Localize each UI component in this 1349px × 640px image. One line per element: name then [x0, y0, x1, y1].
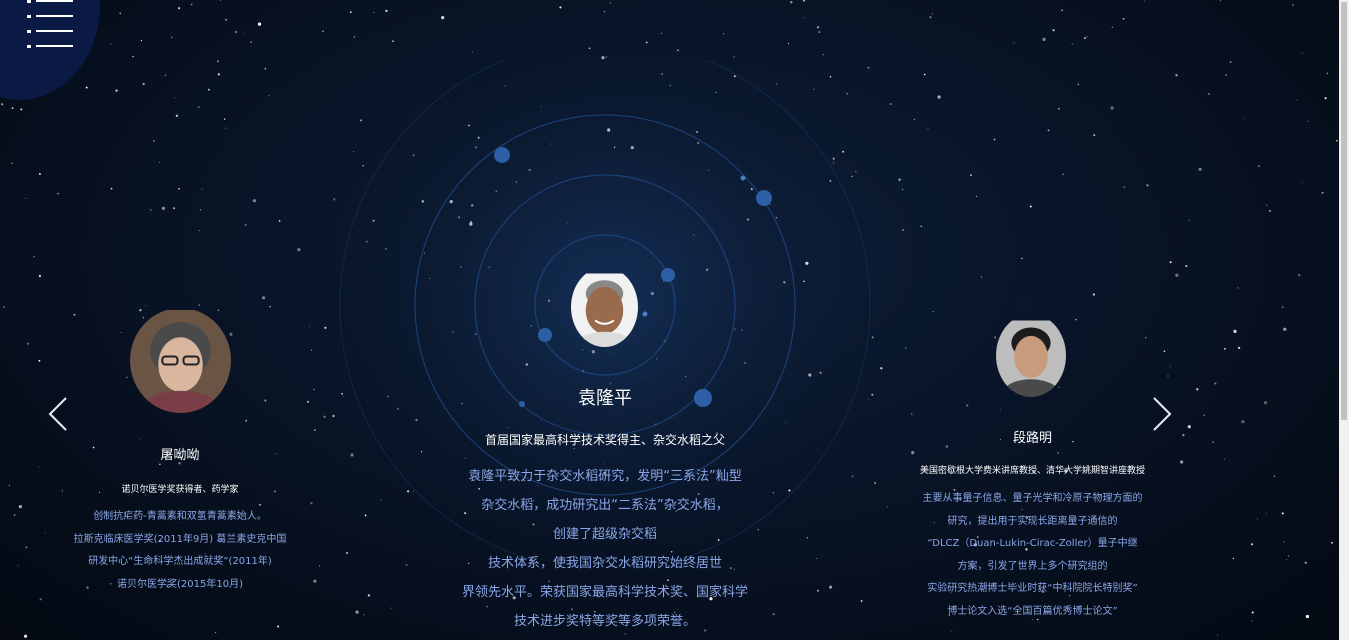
person-title-center: 首届国家最高科学技术奖得主、杂交水稻之父 [484, 433, 725, 447]
person-name-left: 屠呦呦 [160, 448, 200, 463]
avatar-center [571, 267, 638, 347]
person-desc-right: 主要从事量子信息、量子光学和冷原子物理方面的 研究，提出用于实现长距离量子通信的… [890, 488, 1175, 623]
person-desc-left: 创制抗疟药-青蒿素和双氢青蒿素始人。 拉斯克临床医学奖(2011年9月) 葛兰素… [40, 506, 320, 596]
person-title-left: 诺贝尔医学奖获得者、药学家 [121, 485, 239, 495]
hamburger-menu-icon [27, 0, 73, 48]
desc-line: 研究，提出用于实现长距离量子通信的 [947, 515, 1118, 527]
desc-line: 技术进步奖特等奖等多项荣誉。 [513, 614, 696, 629]
desc-line: 界领先水平。荣获国家最高科学技术奖、国家科学 [461, 585, 748, 600]
desc-line: 博士论文入选“全国百篇优秀博士论文” [947, 605, 1118, 617]
scrollbar-thumb[interactable] [1341, 2, 1347, 420]
desc-line: 主要从事量子信息、量子光学和冷原子物理方面的 [922, 493, 1143, 504]
desc-line: 杂交水稻，成功研究出“二系法”杂交水稻， [481, 498, 729, 513]
desc-line: 技术体系，使我国杂交水稻研究始终居世 [487, 556, 722, 571]
desc-line: 创制抗疟药-青蒿素和双氢青蒿素始人。 [93, 511, 267, 522]
desc-line: 实验研究热潮博士毕业时获“中科院院长特别奖” [927, 583, 1138, 594]
desc-line: 方案，引发了世界上多个研究组的 [957, 560, 1108, 572]
page-scrollbar[interactable] [1339, 0, 1349, 640]
desc-line: 研发中心“生命科学杰出成就奖”(2011年) [88, 556, 272, 567]
person-desc-center: 袁隆平致力于杂交水稻研究，发明“三系法”籼型 杂交水稻，成功研究出“二系法”杂交… [430, 462, 780, 636]
desc-line: 诺贝尔医学奖(2015年10月) [117, 578, 243, 590]
desc-line: 创建了超级杂交稻 [552, 527, 657, 542]
desc-line: “DLCZ（Duan-Lukin-Cirac-Zoller）量子中继 [927, 538, 1138, 549]
avatar-left [130, 308, 231, 413]
person-name-right: 段路明 [1012, 431, 1052, 446]
person-name-center: 袁隆平 [578, 388, 632, 409]
person-title-right: 美国密歇根大学费米讲席教授、清华大学姚期智讲座教授 [919, 466, 1145, 476]
desc-line: 拉斯克临床医学奖(2011年9月) 葛兰素史克中国 [73, 533, 287, 545]
desc-line: 袁隆平致力于杂交水稻研究，发明“三系法”籼型 [468, 469, 742, 484]
avatar-right [996, 314, 1066, 397]
prev-arrow-button[interactable] [44, 396, 74, 432]
